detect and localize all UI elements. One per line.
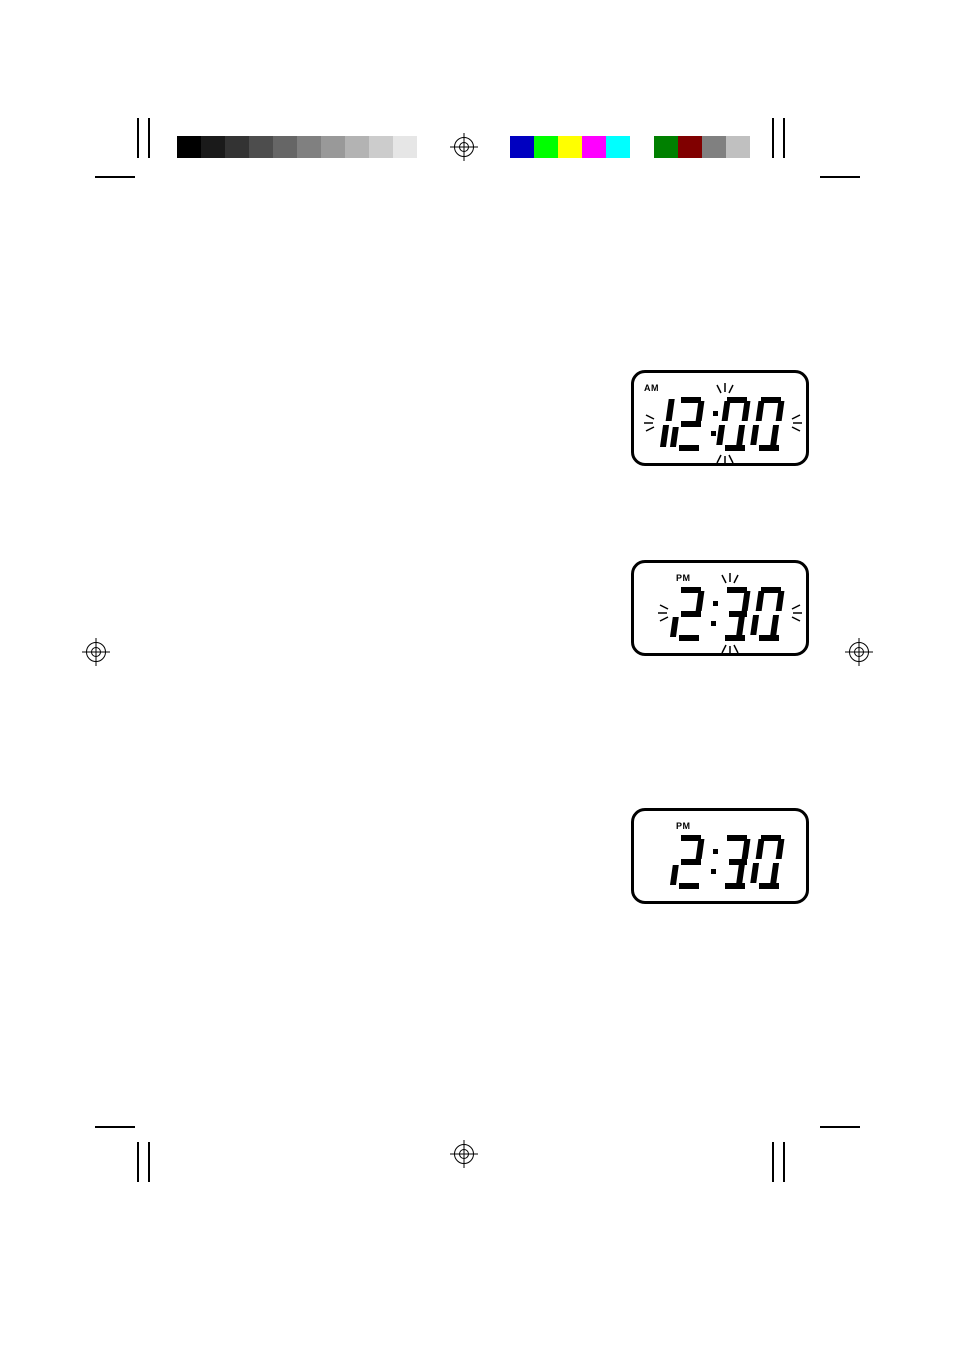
lcd-display-1: AM 12:00 xyxy=(631,370,809,466)
swatch xyxy=(393,136,417,158)
swatch xyxy=(369,136,393,158)
registration-mark xyxy=(845,638,873,666)
swatch xyxy=(321,136,345,158)
crop-mark xyxy=(772,1142,774,1182)
crop-mark xyxy=(95,176,135,178)
crop-mark xyxy=(95,1126,135,1128)
swatch xyxy=(510,136,534,158)
swatch xyxy=(177,136,201,158)
crop-mark xyxy=(772,118,774,158)
ampm-indicator: PM xyxy=(676,573,691,583)
swatch xyxy=(201,136,225,158)
color-strip xyxy=(510,136,750,158)
ampm-indicator: PM xyxy=(676,821,691,831)
crop-mark xyxy=(820,1126,860,1128)
swatch xyxy=(678,136,702,158)
swatch xyxy=(273,136,297,158)
crop-mark xyxy=(137,118,139,158)
swatch xyxy=(225,136,249,158)
swatch xyxy=(702,136,726,158)
crop-mark xyxy=(783,1142,785,1182)
swatch xyxy=(654,136,678,158)
seven-segment-digits xyxy=(634,831,806,891)
swatch xyxy=(726,136,750,158)
grayscale-strip xyxy=(177,136,417,158)
swatch xyxy=(345,136,369,158)
registration-mark xyxy=(82,638,110,666)
swatch xyxy=(297,136,321,158)
seven-segment-digits xyxy=(634,393,806,453)
registration-mark xyxy=(450,133,478,161)
ampm-indicator: AM xyxy=(644,383,659,393)
lcd-display-2: PM 2:30 xyxy=(631,560,809,656)
swatch xyxy=(630,136,654,158)
crop-mark xyxy=(148,118,150,158)
swatch xyxy=(534,136,558,158)
seven-segment-digits xyxy=(634,583,806,643)
crop-mark xyxy=(137,1142,139,1182)
lcd-display-3: PM 2:30 xyxy=(631,808,809,904)
crop-mark xyxy=(783,118,785,158)
swatch xyxy=(606,136,630,158)
page-content: AM 12:00 xyxy=(145,200,809,1140)
swatch xyxy=(558,136,582,158)
crop-mark xyxy=(148,1142,150,1182)
swatch xyxy=(582,136,606,158)
crop-mark xyxy=(820,176,860,178)
registration-mark xyxy=(450,1140,478,1168)
swatch xyxy=(249,136,273,158)
